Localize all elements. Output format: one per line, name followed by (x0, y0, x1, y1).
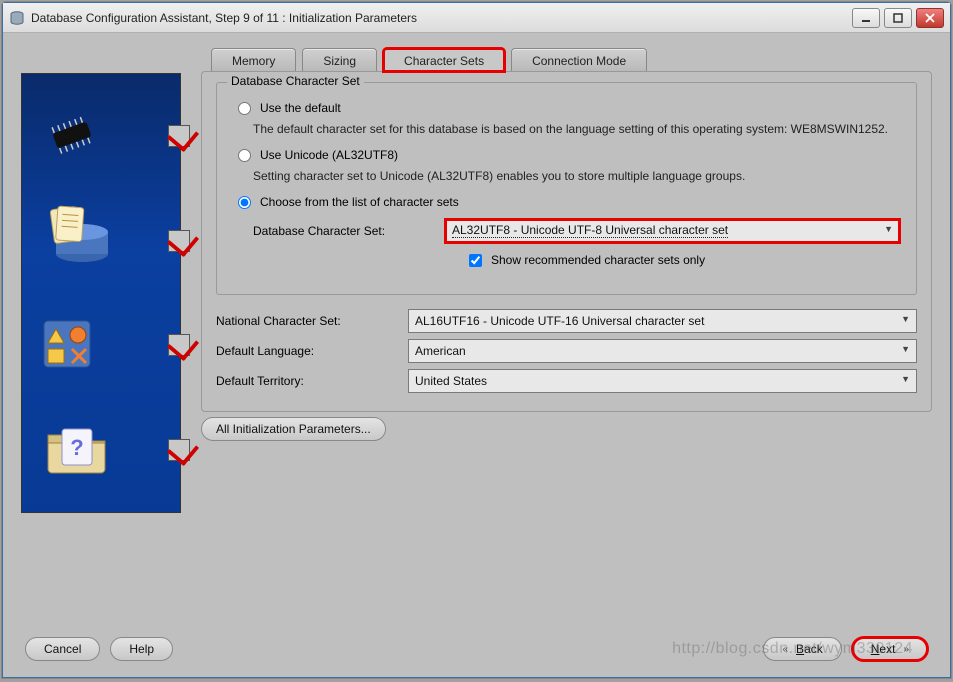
db-charset-combo[interactable]: AL32UTF8 - Unicode UTF-8 Universal chara… (445, 219, 900, 243)
chevron-right-icon: » (903, 644, 909, 655)
group-legend: Database Character Set (227, 74, 364, 88)
national-charset-combo[interactable]: AL16UTF16 - Unicode UTF-16 Universal cha… (408, 309, 917, 333)
default-language-value: American (415, 344, 466, 358)
footer: Cancel Help « Back Next » (21, 625, 932, 667)
next-label-rest: ext (879, 642, 895, 656)
cancel-button[interactable]: Cancel (25, 637, 100, 661)
default-territory-label: Default Territory: (216, 374, 396, 388)
national-charset-value: AL16UTF16 - Unicode UTF-16 Universal cha… (415, 314, 704, 328)
chip-icon (42, 115, 102, 158)
use-default-description: The default character set for this datab… (253, 121, 900, 138)
step-check-4 (168, 439, 190, 461)
svg-text:?: ? (70, 435, 83, 460)
radio-use-default[interactable] (238, 102, 251, 115)
step-check-3 (168, 334, 190, 356)
radio-use-unicode-label: Use Unicode (AL32UTF8) (260, 148, 398, 162)
radio-choose-list[interactable] (238, 196, 251, 209)
minimize-button[interactable] (852, 8, 880, 28)
step-check-2 (168, 230, 190, 252)
shapes-panel-icon (42, 319, 92, 372)
default-territory-value: United States (415, 374, 487, 388)
titlebar: Database Configuration Assistant, Step 9… (3, 3, 950, 33)
step-check-1 (168, 125, 190, 147)
all-init-params-button[interactable]: All Initialization Parameters... (201, 417, 386, 441)
radio-use-default-label: Use the default (260, 101, 341, 115)
show-recommended-checkbox[interactable] (469, 254, 482, 267)
show-recommended-label: Show recommended character sets only (491, 253, 705, 267)
radio-choose-list-label: Choose from the list of character sets (260, 195, 459, 209)
help-button[interactable]: Help (110, 637, 173, 661)
tab-bar: Memory Sizing Character Sets Connection … (211, 48, 932, 72)
default-language-label: Default Language: (216, 344, 396, 358)
next-button[interactable]: Next » (852, 637, 928, 661)
maximize-button[interactable] (884, 8, 912, 28)
tab-content: Database Character Set Use the default T… (201, 71, 932, 412)
default-territory-combo[interactable]: United States (408, 369, 917, 393)
radio-use-unicode[interactable] (238, 149, 251, 162)
documents-icon (42, 204, 112, 277)
window-title: Database Configuration Assistant, Step 9… (31, 11, 846, 25)
left-wizard-panel: ? (21, 48, 181, 625)
help-folder-icon: ? (42, 421, 112, 479)
tab-character-sets[interactable]: Character Sets (383, 48, 505, 72)
use-unicode-description: Setting character set to Unicode (AL32UT… (253, 168, 900, 185)
db-charset-label: Database Character Set: (253, 224, 433, 238)
close-button[interactable] (916, 8, 944, 28)
back-label-rest: ack (804, 642, 823, 656)
app-icon (9, 10, 25, 26)
national-charset-label: National Character Set: (216, 314, 396, 328)
chevron-left-icon: « (782, 644, 788, 655)
database-charset-group: Database Character Set Use the default T… (216, 82, 917, 295)
back-button[interactable]: « Back (763, 637, 841, 661)
db-charset-value: AL32UTF8 - Unicode UTF-8 Universal chara… (452, 223, 728, 238)
tab-memory[interactable]: Memory (211, 48, 296, 72)
tab-connection-mode[interactable]: Connection Mode (511, 48, 647, 72)
default-language-combo[interactable]: American (408, 339, 917, 363)
tab-sizing[interactable]: Sizing (302, 48, 377, 72)
